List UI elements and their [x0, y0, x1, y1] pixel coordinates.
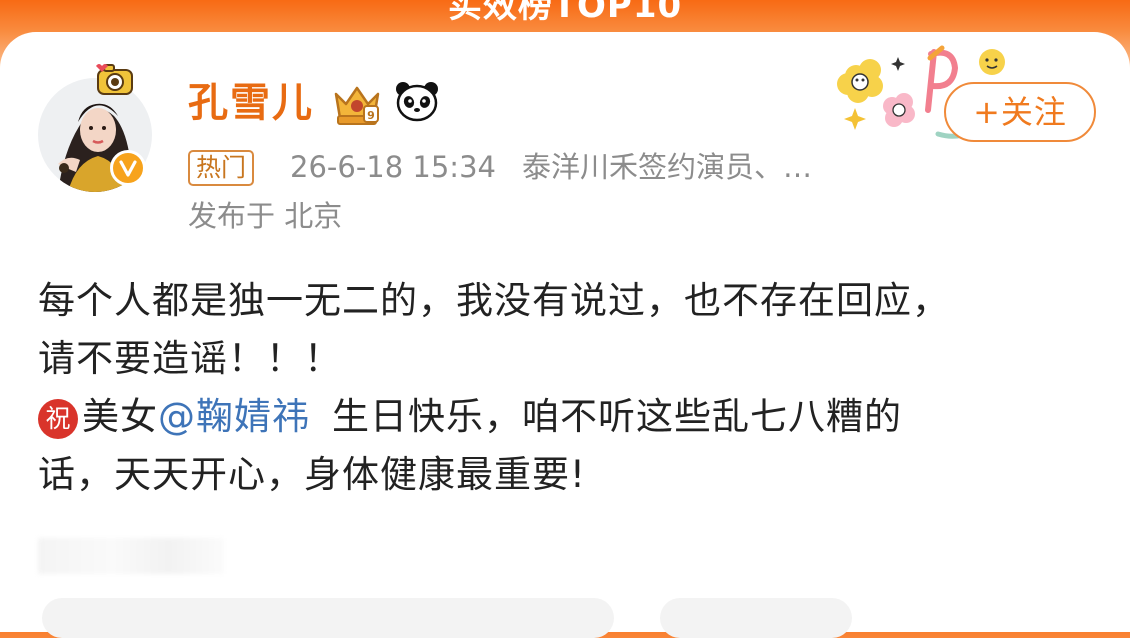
post-location: 发布于 北京 [188, 199, 343, 233]
post-line: 话，天天开心，身体健康最重要! [38, 453, 586, 496]
top-banner-title: 实效榜TOP10 [447, 0, 683, 26]
blurred-area [38, 538, 224, 574]
mention-link[interactable]: @鞠婧祎 [158, 395, 310, 438]
author-name[interactable]: 孔雪儿 [188, 78, 314, 128]
follow-button[interactable]: +关注 [944, 82, 1096, 142]
svg-text:9: 9 [367, 109, 375, 122]
camera-sticker-icon [96, 64, 133, 95]
hot-tag: 热门 [188, 150, 255, 186]
post-timestamp: 26-6-18 15:34 [290, 150, 496, 184]
post-line: 祝美女@鞠婧祎 生日快乐，咱不听这些乱七八糟的 [38, 388, 1098, 446]
post-line: 每个人都是独一无二的，我没有说过，也不存在回应， [38, 279, 950, 322]
verified-badge-icon [110, 150, 146, 186]
post-meta: 26-6-18 15:34 泰洋川禾签约演员、… [290, 146, 812, 188]
crown-level-icon: 9 [334, 86, 380, 125]
bottom-placeholder [42, 598, 614, 638]
panda-icon [396, 82, 438, 122]
post-line: 请不要造谣！！！ [38, 337, 342, 380]
post-text: 生日快乐，咱不听这些乱七八糟的 [332, 395, 902, 438]
post-content: 每个人都是独一无二的，我没有说过，也不存在回应， 请不要造谣！！！ 祝美女@鞠婧… [38, 272, 1098, 504]
zhu-emoji-icon: 祝 [38, 399, 78, 439]
post-text: 美女 [82, 395, 158, 438]
bottom-placeholder [660, 598, 852, 638]
author-source: 泰洋川禾签约演员、… [521, 150, 812, 184]
